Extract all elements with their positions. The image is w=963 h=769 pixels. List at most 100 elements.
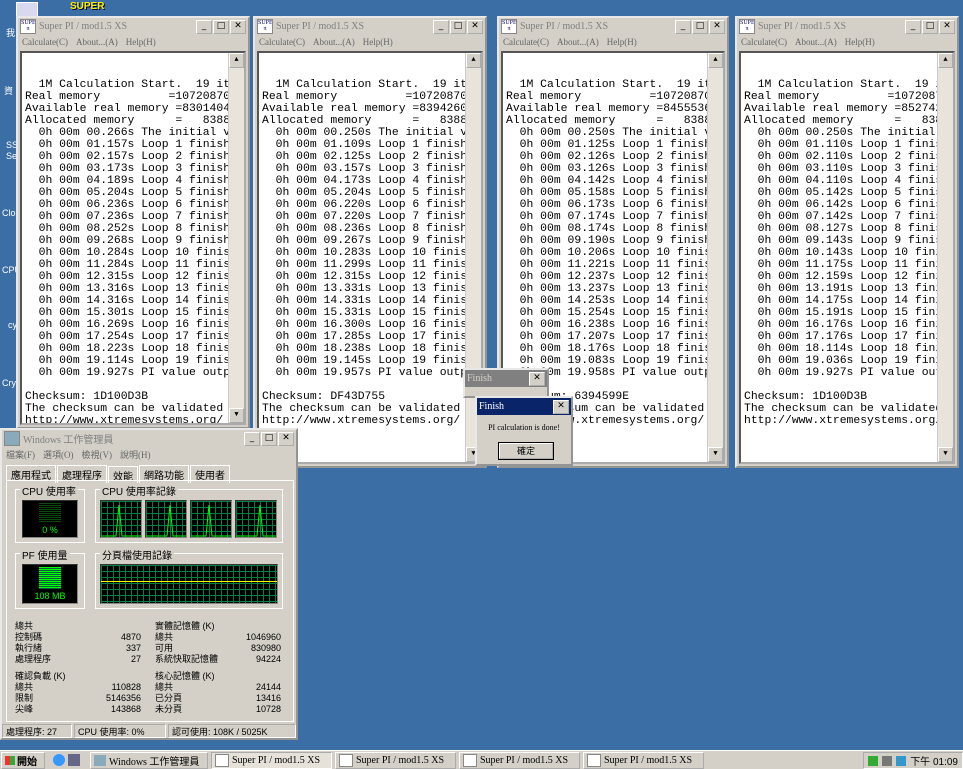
menu-calculate[interactable]: Calculate(C)	[503, 37, 549, 47]
finish-dialog[interactable]: Finish ✕ PI calculation is done! 確定	[475, 396, 573, 466]
kernel-total-label: 總共	[155, 682, 174, 692]
finish-dialog-background[interactable]: Finish ✕	[463, 368, 549, 398]
menu-help[interactable]: Help(H)	[845, 37, 875, 47]
maximize-button[interactable]: □	[261, 431, 277, 446]
title-bar[interactable]: SUPER π Super PI / mod1.5 XS _ □ ✕	[18, 18, 248, 35]
output-text: 1M Calculation Start. 19 ite Real memory…	[262, 79, 483, 427]
superpi-window-2[interactable]: SUPER π Super PI / mod1.5 XS _ □ ✕ Calcu…	[253, 16, 487, 468]
scroll-up-arrow-icon[interactable]: ▲	[708, 53, 723, 68]
menu-help[interactable]: Help(H)	[607, 37, 637, 47]
minimize-button[interactable]: _	[244, 431, 260, 446]
title-bar[interactable]: SUPER π Super PI / mod1.5 XS _ □ ✕	[255, 18, 485, 35]
output-textarea[interactable]: 1M Calculation Start. 19 ite Real memory…	[20, 51, 246, 425]
output-textarea[interactable]: 1M Calculation Start. 19 ite Real memory…	[257, 51, 483, 464]
minimize-button[interactable]: _	[433, 19, 449, 34]
vertical-scrollbar[interactable]: ▲ ▼	[937, 53, 953, 462]
commit-charge-group: 確認負載 (K) 總共 110828 限制 5146356 尖峰 143868	[15, 669, 141, 714]
menu-calculate[interactable]: Calculate(C)	[22, 37, 68, 47]
superpi-window-4[interactable]: SUPER π Super PI / mod1.5 XS _ □ ✕ Calcu…	[735, 16, 959, 468]
scroll-down-arrow-icon[interactable]: ▼	[708, 447, 723, 462]
superpi-window-1[interactable]: SUPER π Super PI / mod1.5 XS _ □ ✕ Calcu…	[16, 16, 250, 429]
menu-about[interactable]: About...(A)	[76, 37, 118, 47]
close-button[interactable]: ✕	[278, 431, 294, 446]
menu-calculate[interactable]: Calculate(C)	[259, 37, 305, 47]
menu-about[interactable]: About...(A)	[313, 37, 355, 47]
super-pi-icon: SUPER π	[257, 19, 273, 34]
maximize-button[interactable]: □	[213, 19, 229, 34]
cpu-meter-bars	[39, 503, 61, 523]
minimize-button[interactable]: _	[905, 19, 921, 34]
desktop-icon-label[interactable]: Clo	[2, 208, 16, 218]
menu-help[interactable]: Help(H)	[126, 37, 156, 47]
handles-label: 控制碼	[15, 632, 43, 642]
handles-value: 4870	[120, 632, 141, 642]
close-button[interactable]: ✕	[467, 19, 483, 34]
maximize-button[interactable]: □	[692, 19, 708, 34]
commit-limit-label: 限制	[15, 693, 34, 703]
vertical-scrollbar[interactable]: ▲ ▼	[707, 53, 723, 462]
window-title: Super PI / mod1.5 XS	[276, 21, 365, 32]
scroll-up-arrow-icon[interactable]: ▲	[229, 53, 244, 68]
desktop-icon-label[interactable]: 我	[6, 26, 15, 39]
pf-history-line	[101, 581, 277, 582]
internet-explorer-icon[interactable]	[53, 754, 65, 766]
menu-about[interactable]: About...(A)	[795, 37, 837, 47]
minimize-button[interactable]: _	[196, 19, 212, 34]
taskbar-button-task-manager[interactable]: Windows 工作管理員	[90, 751, 208, 769]
start-label: 開始	[17, 756, 37, 768]
tray-speaker-icon[interactable]	[882, 755, 893, 766]
maximize-button[interactable]: □	[450, 19, 466, 34]
menu-about[interactable]: About...(A)	[557, 37, 599, 47]
desktop-icon-label[interactable]: Cry	[2, 378, 16, 388]
title-bar[interactable]: Finish ✕	[465, 370, 547, 387]
ok-button[interactable]: 確定	[498, 442, 554, 460]
menu-help[interactable]: Help(H)	[363, 37, 393, 47]
show-desktop-icon[interactable]	[68, 754, 80, 766]
menu-file[interactable]: 檔案(F)	[6, 448, 35, 461]
taskbar-button-superpi-1[interactable]: Super PI / mod1.5 XS	[211, 751, 332, 769]
close-button[interactable]: ✕	[529, 371, 545, 386]
title-bar[interactable]: SUPER π Super PI / mod1.5 XS _ □ ✕	[737, 18, 957, 35]
maximize-button[interactable]: □	[922, 19, 938, 34]
menu-help[interactable]: 說明(H)	[120, 448, 151, 461]
vertical-scrollbar[interactable]: ▲ ▼	[228, 53, 244, 423]
close-button[interactable]: ✕	[230, 19, 246, 34]
super-pi-icon: SUPER π	[739, 19, 755, 34]
title-bar[interactable]: Windows 工作管理員 _ □ ✕	[2, 430, 296, 447]
processes-label: 處理程序	[15, 654, 52, 664]
cpu-trace	[101, 504, 141, 537]
taskbar-button-superpi-3[interactable]: Super PI / mod1.5 XS	[459, 751, 580, 769]
clock[interactable]: 下午 01:09	[910, 753, 958, 768]
taskbar-button-superpi-4[interactable]: Super PI / mod1.5 XS	[583, 751, 704, 769]
task-manager-window[interactable]: Windows 工作管理員 _ □ ✕ 檔案(F) 選項(O) 檢視(V) 說明…	[0, 428, 298, 740]
scroll-down-arrow-icon[interactable]: ▼	[229, 408, 244, 423]
cpu-trace	[191, 504, 231, 537]
scroll-up-arrow-icon[interactable]: ▲	[466, 53, 481, 68]
title-bar[interactable]: Finish ✕	[477, 398, 571, 415]
desktop-icon-label[interactable]: 資	[4, 84, 13, 97]
menu-options[interactable]: 選項(O)	[43, 448, 74, 461]
minimize-button[interactable]: _	[675, 19, 691, 34]
tray-network-icon[interactable]	[868, 755, 879, 766]
kernel-paged-label: 已分頁	[155, 693, 183, 703]
super-pi-desktop-icon[interactable]: SUPER	[70, 0, 104, 16]
title-bar[interactable]: SUPER π Super PI / mod1.5 XS _ □ ✕	[499, 18, 727, 35]
kernel-nonpaged-label: 未分頁	[155, 704, 183, 714]
physical-available-label: 可用	[155, 643, 174, 653]
start-button[interactable]: 開始	[1, 751, 45, 769]
close-button[interactable]: ✕	[709, 19, 725, 34]
scroll-up-arrow-icon[interactable]: ▲	[938, 53, 953, 68]
close-button[interactable]: ✕	[939, 19, 955, 34]
scroll-down-arrow-icon[interactable]: ▼	[938, 447, 953, 462]
tray-monitor-icon[interactable]	[896, 755, 907, 766]
commit-peak-value: 143868	[110, 704, 141, 714]
menu-view[interactable]: 檢視(V)	[82, 448, 113, 461]
output-textarea[interactable]: 1M Calculation Start. 19 i Real memory =…	[739, 51, 955, 464]
cpu-trace-line	[101, 504, 141, 537]
kernel-paged-value: 13416	[255, 693, 281, 703]
close-button[interactable]: ✕	[553, 399, 569, 414]
super-pi-icon-label: SUPER	[70, 1, 105, 12]
cpu-history-graph-2	[190, 500, 232, 538]
taskbar-button-superpi-2[interactable]: Super PI / mod1.5 XS	[335, 751, 456, 769]
menu-calculate[interactable]: Calculate(C)	[741, 37, 787, 47]
